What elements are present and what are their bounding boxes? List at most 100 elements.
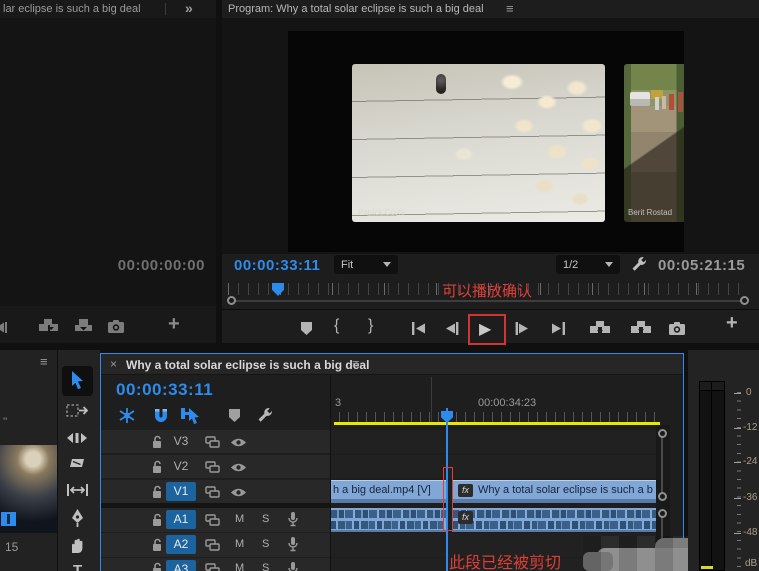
track-sync-lock-icon[interactable] <box>205 562 220 571</box>
timeline-tab[interactable]: Why a total solar eclipse is such a big … <box>126 358 369 372</box>
go-to-out-icon[interactable] <box>549 322 567 335</box>
clip-label: Why a total solar eclipse is such a b <box>478 484 653 496</box>
program-scrollbar[interactable] <box>232 300 744 302</box>
selection-tool[interactable] <box>69 370 86 392</box>
track-badge-v2[interactable]: V2 <box>166 457 196 476</box>
track-badge-v3[interactable]: V3 <box>166 432 196 451</box>
track-badge-v1[interactable]: V1 <box>166 482 196 501</box>
meter-scale-label: -48 <box>743 527 758 538</box>
go-to-in-icon[interactable] <box>410 322 428 335</box>
track-lock-icon[interactable] <box>151 435 163 449</box>
mark-out-button[interactable]: } <box>368 317 373 335</box>
program-current-timecode[interactable]: 00:00:33:11 <box>234 257 320 274</box>
settings-wrench-icon[interactable] <box>630 255 648 273</box>
meter-major-tick <box>734 428 741 429</box>
track-content-v3[interactable] <box>331 430 656 453</box>
razor-tool[interactable] <box>67 456 87 472</box>
solo-button[interactable]: S <box>262 562 269 571</box>
step-back-icon[interactable] <box>444 322 460 335</box>
track-sync-lock-icon[interactable] <box>205 538 220 552</box>
timeline-settings-wrench-icon[interactable] <box>256 406 274 424</box>
panel-overflow-icon[interactable]: » <box>185 0 193 16</box>
track-lock-icon[interactable] <box>151 538 163 552</box>
track-sync-lock-icon[interactable] <box>205 513 220 527</box>
meter-columns[interactable] <box>699 391 725 571</box>
add-marker-icon[interactable] <box>300 321 313 336</box>
track-select-forward-tool[interactable] <box>66 404 88 419</box>
extract-icon[interactable] <box>630 320 652 337</box>
program-menu-icon[interactable]: ≡ <box>506 1 514 16</box>
voiceover-mic-icon[interactable] <box>287 536 299 553</box>
go-to-out-icon[interactable] <box>0 321 10 334</box>
meter-unit-label: dB <box>745 558 758 569</box>
playback-resolution-dropdown[interactable]: 1/2 <box>556 255 620 274</box>
slip-tool[interactable] <box>66 483 89 497</box>
linked-selection-icon[interactable] <box>180 406 200 424</box>
voiceover-mic-icon[interactable] <box>287 511 299 528</box>
overwrite-icon[interactable] <box>73 318 95 335</box>
mute-button[interactable]: M <box>235 538 244 550</box>
lift-icon[interactable] <box>589 320 611 337</box>
timeline-ruler-ticks[interactable] <box>330 412 656 422</box>
program-tab[interactable]: Program: Why a total solar eclipse is su… <box>228 3 484 15</box>
audio-clip-right[interactable]: fx <box>452 508 656 532</box>
play-button[interactable]: ▶ <box>479 319 491 339</box>
video-tracks-scrollbar[interactable] <box>661 434 663 494</box>
track-badge-a3[interactable]: A3 <box>166 560 196 571</box>
solo-button[interactable]: S <box>262 513 269 525</box>
work-area-bar[interactable] <box>334 422 660 425</box>
track-visibility-eye-icon[interactable] <box>230 462 247 473</box>
project-menu-icon[interactable]: ≡ <box>40 354 48 369</box>
track-badge-a1[interactable]: A1 <box>166 510 196 529</box>
meter-scale-label: 0 <box>746 387 752 398</box>
hand-tool[interactable] <box>69 536 86 554</box>
solo-button[interactable]: S <box>262 538 269 550</box>
track-lock-icon[interactable] <box>151 562 163 571</box>
scrollbar-handle[interactable] <box>658 492 667 501</box>
meter-major-tick <box>734 393 741 394</box>
insert-snap-icon[interactable] <box>118 407 136 424</box>
audio-clip-left[interactable] <box>331 508 446 532</box>
video-clip-right[interactable]: fx Why a total solar eclipse is such a b <box>452 480 656 503</box>
track-lock-icon[interactable] <box>151 460 163 474</box>
mute-button[interactable]: M <box>235 513 244 525</box>
export-frame-icon[interactable] <box>107 319 125 334</box>
track-lock-icon[interactable] <box>151 485 163 499</box>
pen-tool[interactable] <box>69 508 86 527</box>
program-duration-timecode: 00:05:21:15 <box>658 257 746 274</box>
scrollbar-handle-right[interactable] <box>740 296 749 305</box>
insert-icon[interactable] <box>38 318 60 335</box>
scrollbar-handle[interactable] <box>658 509 667 518</box>
track-sync-lock-icon[interactable] <box>205 485 220 499</box>
scrollbar-handle[interactable] <box>658 429 667 438</box>
timeline-marker-icon[interactable] <box>228 408 241 423</box>
add-button[interactable]: + <box>726 312 738 335</box>
meter-major-tick <box>734 462 741 463</box>
zoom-level-dropdown[interactable]: Fit <box>334 255 398 274</box>
meter-clip-indicators <box>699 381 725 391</box>
add-button[interactable]: + <box>168 313 180 336</box>
video-clip-left[interactable]: h a big deal.mp4 [V] <box>331 480 446 503</box>
type-tool[interactable]: T <box>73 562 82 571</box>
track-visibility-eye-icon[interactable] <box>230 487 247 498</box>
track-sync-lock-icon[interactable] <box>205 435 220 449</box>
export-frame-icon[interactable] <box>668 321 686 336</box>
step-forward-icon[interactable] <box>514 322 530 335</box>
track-badge-a2[interactable]: A2 <box>166 535 196 554</box>
ripple-edit-tool[interactable] <box>66 431 88 445</box>
premiere-pro-window: lar eclipse is such a big deal » 00:00:0… <box>0 0 759 571</box>
voiceover-mic-icon[interactable] <box>287 561 299 571</box>
source-tab[interactable]: lar eclipse is such a big deal <box>3 3 141 15</box>
snap-magnet-icon[interactable] <box>152 407 170 424</box>
timeline-tab-close-icon[interactable]: × <box>110 357 117 371</box>
track-sync-lock-icon[interactable] <box>205 460 220 474</box>
mark-in-button[interactable]: { <box>334 317 339 335</box>
clip-label: h a big deal.mp4 [V] <box>333 484 431 496</box>
track-content-v2[interactable] <box>331 455 656 478</box>
timeline-menu-icon[interactable]: ≡ <box>352 356 360 371</box>
scrollbar-handle-left[interactable] <box>227 296 236 305</box>
track-lock-icon[interactable] <box>151 513 163 527</box>
timeline-timecode[interactable]: 00:00:33:11 <box>116 380 213 400</box>
mute-button[interactable]: M <box>235 562 244 571</box>
track-visibility-eye-icon[interactable] <box>230 437 247 448</box>
